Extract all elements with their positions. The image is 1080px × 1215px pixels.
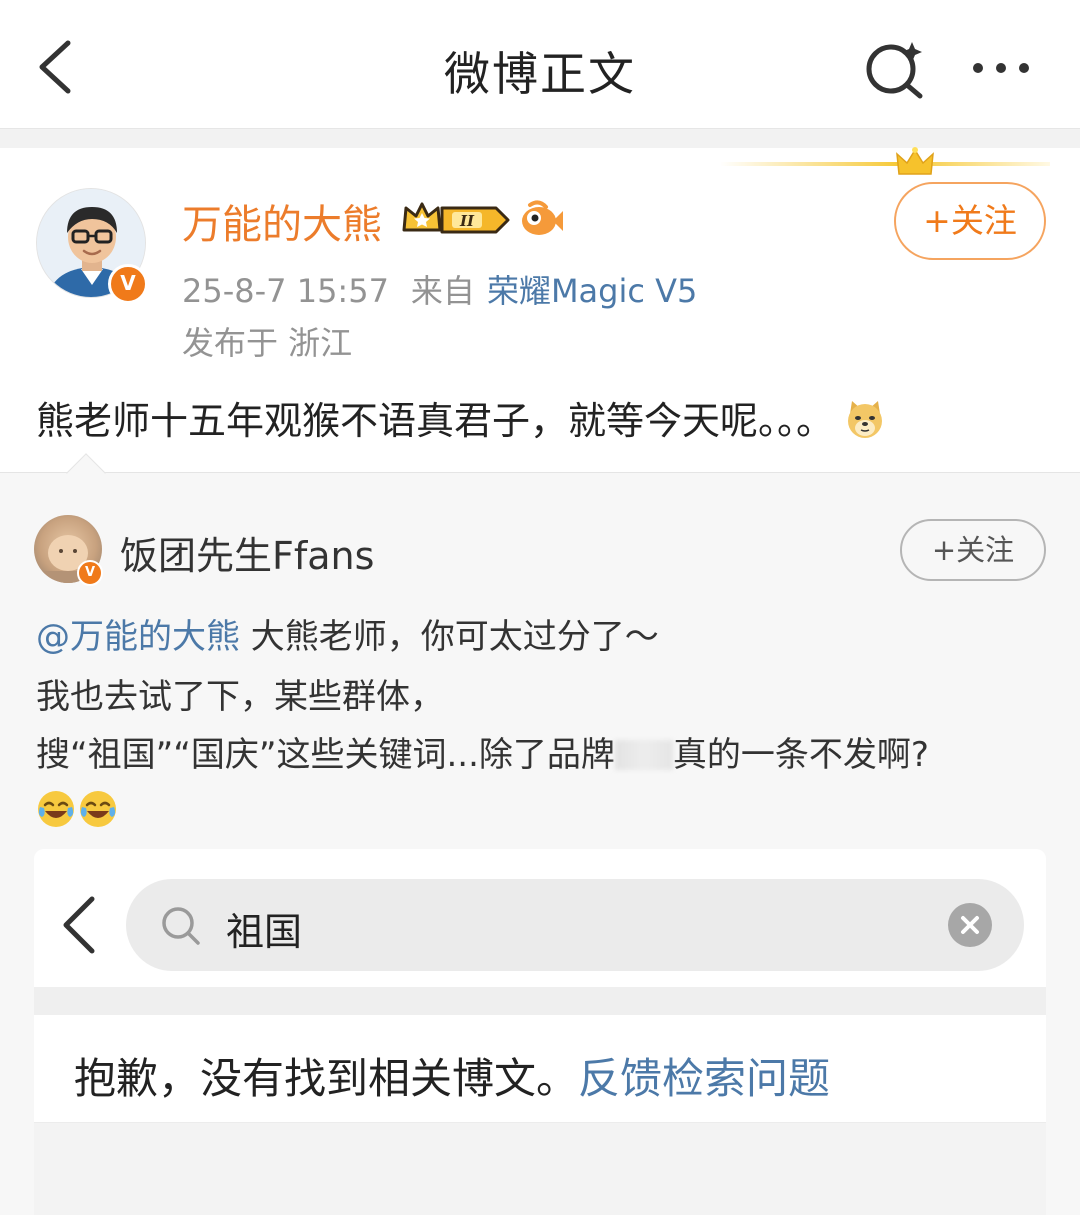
screenshot-no-result-text: 抱歉，没有找到相关博文。反馈检索问题 bbox=[74, 1045, 830, 1106]
search-icon[interactable] bbox=[860, 36, 930, 100]
screenshot-search-icon bbox=[160, 905, 202, 947]
fan-fish-icon[interactable] bbox=[518, 198, 564, 240]
reposted-content[interactable]: V 饭团先生Ffans +关注 @万能的大熊 大熊老师，你可太过分了～ 我也去试… bbox=[0, 453, 1080, 1215]
post-time: 25-8-7 15:57 bbox=[182, 272, 389, 310]
blurred-text bbox=[614, 740, 673, 770]
emoji-row bbox=[36, 789, 120, 833]
more-icon[interactable] bbox=[966, 40, 1036, 96]
post-text: 熊老师十五年观猴不语真君子，就等今天呢。。。 bbox=[36, 390, 886, 445]
screenshot-search-value: 祖国 bbox=[226, 910, 303, 954]
repost-line-3-start: 搜“祖国”“国庆”这些关键词...除了品牌 bbox=[36, 735, 615, 775]
svg-text:II: II bbox=[459, 212, 475, 230]
repost-line-1-text: 大熊老师，你可太过分了～ bbox=[240, 617, 659, 657]
repost-line-3-end: 真的一条不发啊? bbox=[672, 735, 929, 775]
mention-link[interactable]: @万能的大熊 bbox=[36, 617, 240, 657]
repost-text-line-3: 搜“祖国”“国庆”这些关键词...除了品牌 真的一条不发啊? bbox=[36, 727, 1046, 776]
repost-author-name[interactable]: 饭团先生Ffans bbox=[120, 525, 374, 580]
post-location: 发布于 浙江 bbox=[182, 324, 353, 362]
screenshot-empty-area bbox=[34, 1123, 1046, 1215]
crown-icon bbox=[893, 146, 937, 180]
screenshot-no-result-row: 抱歉，没有找到相关博文。反馈检索问题 bbox=[34, 1015, 1046, 1123]
screenshot-search-header: 祖国 bbox=[34, 849, 1046, 987]
post-text-content: 熊老师十五年观猴不语真君子，就等今天呢。。。 bbox=[36, 399, 835, 443]
repost-follow-button[interactable]: +关注 bbox=[900, 519, 1046, 581]
follow-button[interactable]: +关注 bbox=[894, 182, 1046, 260]
embedded-screenshot-image[interactable]: 祖国 抱歉，没有找到相关博文。反馈检索问题 bbox=[34, 849, 1046, 1215]
doge-emoji-icon bbox=[844, 398, 886, 440]
member-crown-badge[interactable]: II bbox=[400, 200, 512, 240]
top-bar: 微博正文 bbox=[0, 0, 1080, 130]
decoration-line bbox=[720, 162, 1050, 166]
screenshot-search-bar: 祖国 bbox=[126, 879, 1024, 971]
author-name[interactable]: 万能的大熊 bbox=[182, 192, 382, 250]
section-divider bbox=[0, 128, 1080, 148]
screenshot-clear-icon bbox=[948, 903, 992, 947]
main-post: V 万能的大熊 II +关注 25-8-7 15:57 来自 荣耀Magic V5 … bbox=[0, 146, 1080, 473]
verified-badge-icon: V bbox=[108, 264, 148, 304]
repost-text-line-2: 我也去试了下，某些群体， bbox=[36, 677, 444, 717]
repost-verified-badge-icon: V bbox=[77, 560, 103, 586]
post-from-label: 来自 bbox=[410, 272, 475, 310]
no-result-message: 抱歉，没有找到相关博文。 bbox=[74, 1054, 579, 1103]
laugh-cry-emoji-icon bbox=[78, 789, 118, 829]
laugh-cry-emoji-icon bbox=[36, 789, 76, 829]
screenshot-divider bbox=[34, 987, 1046, 1015]
feedback-link: 反馈检索问题 bbox=[578, 1054, 831, 1103]
repost-text-line-1: @万能的大熊 大熊老师，你可太过分了～ bbox=[36, 609, 1046, 658]
post-device-link[interactable]: 荣耀Magic V5 bbox=[487, 272, 697, 310]
screenshot-back-icon bbox=[60, 893, 100, 957]
post-meta: 25-8-7 15:57 来自 荣耀Magic V5 bbox=[182, 266, 697, 312]
